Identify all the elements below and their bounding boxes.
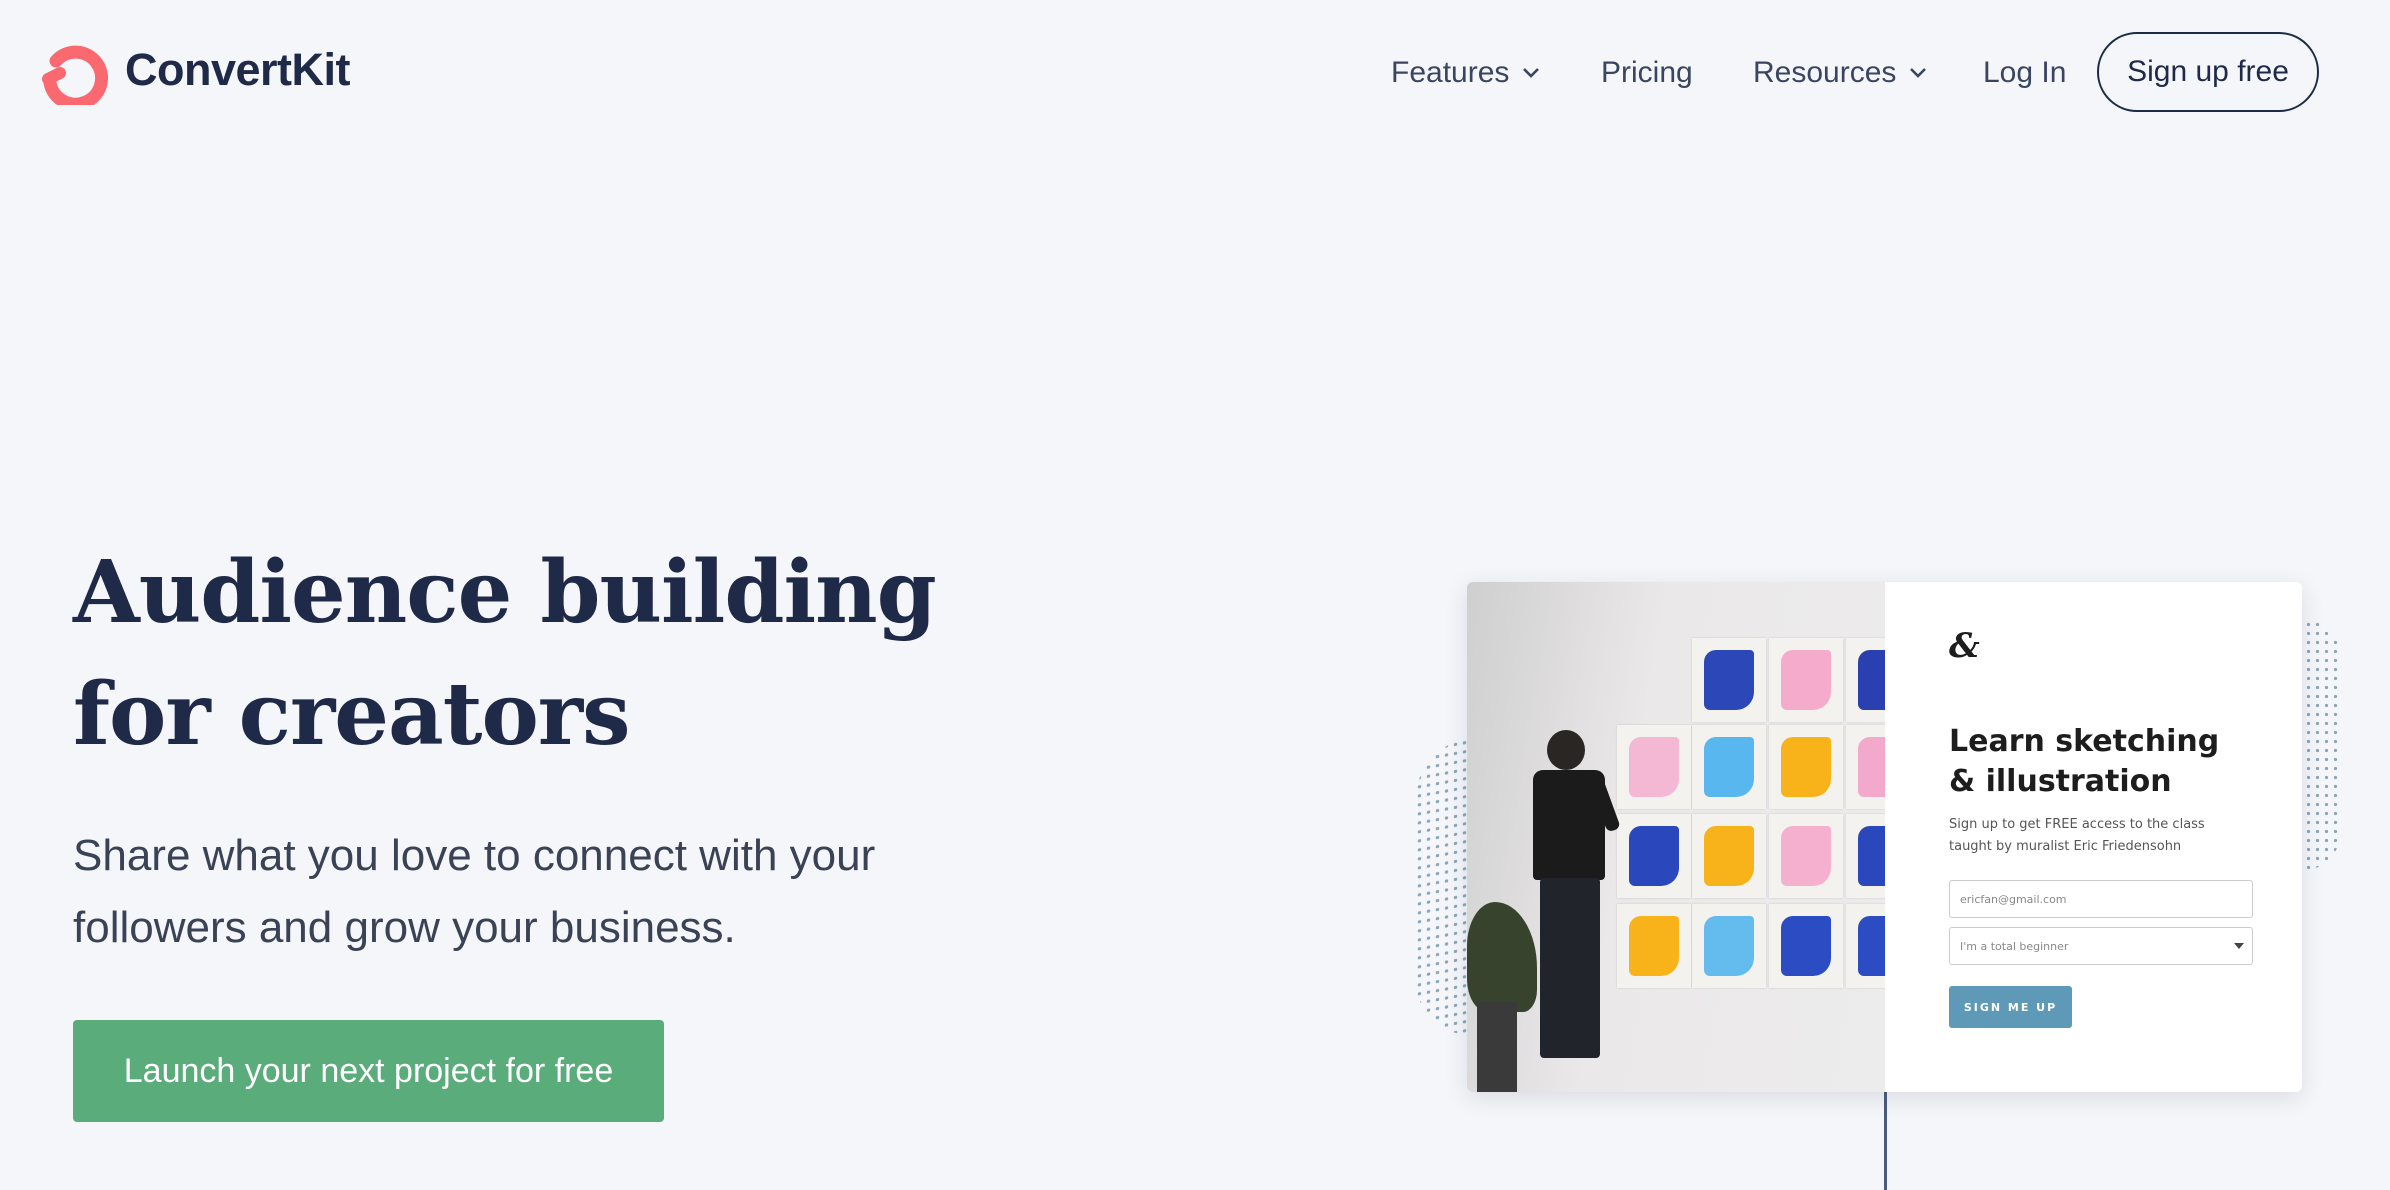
chevron-down-icon bbox=[1523, 68, 1540, 78]
nav-pricing[interactable]: Pricing bbox=[1601, 56, 1693, 90]
hero-title-line: for creators bbox=[73, 664, 631, 765]
hero-subtitle-line: Share what you love to connect with your bbox=[73, 831, 876, 880]
artist-photo bbox=[1467, 582, 1885, 1092]
email-field[interactable]: ericfan@gmail.com bbox=[1949, 880, 2253, 918]
hero-title: Audience building for creators bbox=[73, 532, 937, 776]
ef-logo: & bbox=[1949, 626, 1980, 666]
email-placeholder: ericfan@gmail.com bbox=[1960, 892, 2067, 906]
hero-title-line: Audience building bbox=[73, 542, 937, 643]
plant bbox=[1467, 902, 1537, 1012]
brand-name[interactable]: ConvertKit bbox=[125, 44, 351, 96]
convertkit-logo-icon[interactable] bbox=[42, 43, 108, 105]
form-desc-line: taught by muralist Eric Friedensohn bbox=[1949, 839, 2182, 854]
chevron-down-icon bbox=[1910, 68, 1927, 78]
nav-login[interactable]: Log In bbox=[1983, 56, 2066, 90]
hero-subtitle: Share what you love to connect with your… bbox=[73, 820, 973, 964]
signup-form-panel: & Learn sketching & illustration Sign up… bbox=[1885, 582, 2302, 1092]
experience-select[interactable]: I'm a total beginner bbox=[1949, 927, 2253, 965]
nav-resources[interactable]: Resources bbox=[1753, 56, 1928, 90]
form-desc-line: Sign up to get FREE access to the class bbox=[1949, 817, 2205, 832]
form-description: Sign up to get FREE access to the class … bbox=[1949, 814, 2205, 858]
sign-me-up-button[interactable]: SIGN ME UP bbox=[1949, 986, 2072, 1028]
nav-label: Resources bbox=[1753, 56, 1897, 89]
launch-project-button[interactable]: Launch your next project for free bbox=[73, 1020, 664, 1122]
form-title: Learn sketching & illustration bbox=[1949, 722, 2219, 802]
nav-features[interactable]: Features bbox=[1391, 56, 1541, 90]
signup-button[interactable]: Sign up free bbox=[2097, 32, 2319, 112]
form-title-line: Learn sketching bbox=[1949, 724, 2220, 759]
nav-label: Features bbox=[1391, 56, 1510, 89]
caret-down-icon bbox=[2234, 943, 2244, 949]
nav-label: Pricing bbox=[1601, 56, 1693, 89]
select-value: I'm a total beginner bbox=[1960, 939, 2069, 953]
hero-subtitle-line: followers and grow your business. bbox=[73, 903, 736, 952]
divider-line bbox=[1884, 1092, 1887, 1190]
nav-label: Log In bbox=[1983, 56, 2067, 89]
form-preview-card: & Learn sketching & illustration Sign up… bbox=[1467, 582, 2302, 1092]
form-title-line: & illustration bbox=[1949, 764, 2172, 799]
